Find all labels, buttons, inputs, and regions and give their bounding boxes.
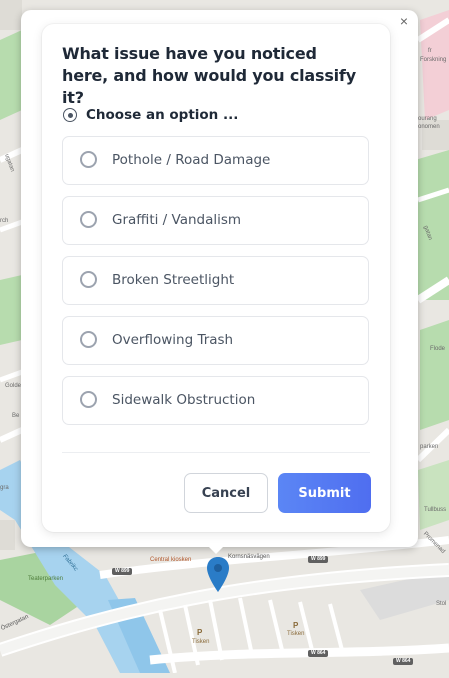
parking-icon: P	[197, 628, 203, 637]
choose-option-label: Choose an option ...	[86, 107, 239, 123]
parking-label-tisken: Tisken	[192, 639, 210, 645]
map-label-parken: parken	[420, 444, 439, 450]
park-label-teaterparken: Teaterparken	[28, 576, 64, 582]
cancel-button[interactable]: Cancel	[184, 473, 268, 513]
popup-tail	[207, 545, 225, 554]
option-sidewalk[interactable]: Sidewalk Obstruction	[62, 376, 369, 425]
close-icon[interactable]: ×	[396, 13, 412, 29]
option-trash[interactable]: Overflowing Trash	[62, 316, 369, 365]
map-label-golde: Golde	[5, 383, 22, 389]
radio-target-icon	[63, 108, 77, 122]
road-shield-w864: W 864	[308, 650, 329, 657]
radio-circle-icon[interactable]	[80, 271, 97, 288]
parking-icon-east: P	[293, 621, 299, 630]
radio-circle-icon[interactable]	[80, 151, 97, 168]
map-pin-icon[interactable]	[206, 556, 230, 594]
option-label: Overflowing Trash	[112, 332, 234, 348]
option-streetlight[interactable]: Broken Streetlight	[62, 256, 369, 305]
map-label-ourang: ourang	[418, 116, 437, 122]
option-label: Pothole / Road Damage	[112, 152, 271, 168]
question-heading: What issue have you noticed here, and ho…	[62, 44, 356, 107]
radio-circle-icon[interactable]	[80, 211, 97, 228]
map-label-onomen: onomen	[418, 124, 440, 130]
issue-report-form: What issue have you noticed here, and ho…	[42, 24, 390, 532]
option-label: Graffiti / Vandalism	[112, 212, 242, 228]
map-label-forskning: Forskning	[420, 57, 447, 63]
map-label-fr: fr	[428, 48, 432, 54]
option-pothole[interactable]: Pothole / Road Damage	[62, 136, 369, 185]
map-label-be: Be	[12, 413, 20, 419]
submit-button[interactable]: Submit	[278, 473, 371, 513]
road-shield-w864-east: W 864	[393, 658, 414, 665]
parking-label-tisken-east: Tisken	[287, 631, 305, 637]
option-graffiti[interactable]: Graffiti / Vandalism	[62, 196, 369, 245]
radio-circle-icon[interactable]	[80, 331, 97, 348]
radio-circle-icon[interactable]	[80, 391, 97, 408]
map-label-flode: Flode	[430, 346, 446, 352]
map-label-tullbuss: Tullbuss	[424, 507, 447, 513]
map-label-gra: gra	[0, 485, 9, 491]
road-shield-w899-east: W 899	[308, 556, 329, 563]
option-label: Broken Streetlight	[112, 272, 235, 288]
map-label-rch: rch	[0, 218, 9, 224]
poi-label-central-kiosken[interactable]: Central kiosken	[150, 557, 191, 563]
map-label-stol: Stol	[436, 601, 447, 607]
option-label: Sidewalk Obstruction	[112, 392, 256, 408]
form-divider	[62, 452, 370, 453]
street-label-kornsnasvagen: Kornsnäsvägen	[228, 554, 270, 560]
road-shield-w899: W 899	[112, 568, 133, 575]
